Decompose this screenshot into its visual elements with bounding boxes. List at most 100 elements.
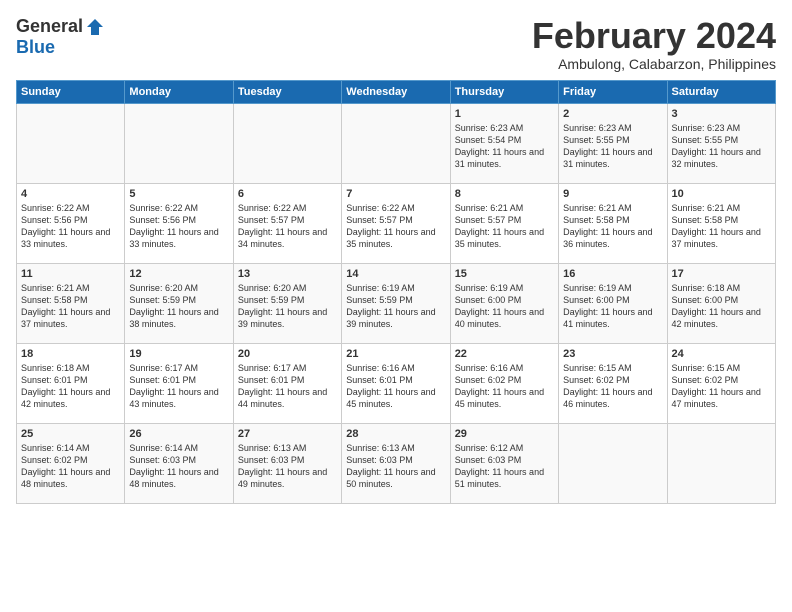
cell-content: Sunrise: 6:20 AMSunset: 5:59 PMDaylight:… (238, 282, 337, 331)
header-cell-friday: Friday (559, 80, 667, 103)
month-title: February 2024 (532, 16, 776, 56)
calendar-cell: 26Sunrise: 6:14 AMSunset: 6:03 PMDayligh… (125, 423, 233, 503)
cell-content: Sunrise: 6:14 AMSunset: 6:02 PMDaylight:… (21, 442, 120, 491)
calendar-cell: 10 Sunrise: 6:21 AM Sunset: 5:58 PM Dayligh… (667, 183, 775, 263)
calendar-cell (667, 423, 775, 503)
day-number: 12 (129, 268, 228, 280)
cell-line: Daylight: 11 hours and 37 minutes. (672, 227, 761, 249)
cell-content: Sunrise: 6:23 AMSunset: 5:55 PMDaylight:… (563, 122, 662, 171)
calendar-cell (125, 103, 233, 183)
cell-line: Sunset: 5:56 PM (129, 215, 196, 225)
calendar-cell: 9Sunrise: 6:21 AMSunset: 5:58 PMDaylight… (559, 183, 667, 263)
cell-content: Sunrise: 6:17 AMSunset: 6:01 PMDaylight:… (129, 362, 228, 411)
day-number: 28 (346, 428, 445, 440)
logo: General Blue (16, 16, 105, 58)
cell-line: Sunset: 5:55 PM (672, 135, 739, 145)
calendar-cell: 2 Sunrise: 6:23 AMSunset: 5:55 PMDaylight… (559, 103, 667, 183)
cell-line: Daylight: 11 hours and 40 minutes. (455, 307, 544, 329)
calendar-cell: 20Sunrise: 6:17 AMSunset: 6:01 PMDayligh… (233, 343, 341, 423)
calendar-cell: 7Sunrise: 6:22 AMSunset: 5:57 PMDaylight… (342, 183, 450, 263)
cell-line: Sunset: 5:59 PM (346, 295, 413, 305)
cell-line: Daylight: 11 hours and 42 minutes. (21, 387, 110, 409)
cell-content: Sunrise: 6:18 AMSunset: 6:01 PMDaylight:… (21, 362, 120, 411)
day-number: 14 (346, 268, 445, 280)
calendar-cell: 18Sunrise: 6:18 AMSunset: 6:01 PMDayligh… (17, 343, 125, 423)
calendar-cell (342, 103, 450, 183)
cell-line: Daylight: 11 hours and 42 minutes. (672, 307, 761, 329)
cell-content: Sunrise: 6:16 AMSunset: 6:01 PMDaylight:… (346, 362, 445, 411)
calendar-cell: 22Sunrise: 6:16 AMSunset: 6:02 PMDayligh… (450, 343, 558, 423)
page-header: General Blue February 2024 Ambulong, Cal… (16, 16, 776, 72)
calendar-cell: 12 Sunrise: 6:20 AMSunset: 5:59 PMDayligh… (125, 263, 233, 343)
calendar-cell: 3Sunrise: 6:23 AMSunset: 5:55 PMDaylight… (667, 103, 775, 183)
cell-content: Sunrise: 6:15 AMSunset: 6:02 PMDaylight:… (672, 362, 771, 411)
day-number: 11 (21, 268, 120, 280)
calendar-cell: 29Sunrise: 6:12 AMSunset: 6:03 PMDayligh… (450, 423, 558, 503)
day-number: 16 (563, 268, 662, 280)
logo-icon (85, 17, 105, 37)
day-number: 1 (455, 108, 554, 120)
cell-line: Sunset: 6:01 PM (346, 375, 413, 385)
header-cell-thursday: Thursday (450, 80, 558, 103)
calendar-cell: 1Sunrise: 6:23 AMSunset: 5:54 PMDaylight… (450, 103, 558, 183)
cell-line: Sunset: 5:59 PM (238, 295, 305, 305)
cell-line: Sunrise: 6:22 AM (21, 203, 90, 213)
day-number: 26 (129, 428, 228, 440)
cell-content: Sunrise: 6:20 AMSunset: 5:59 PMDaylight:… (129, 282, 228, 331)
calendar-cell: 8Sunrise: 6:21 AMSunset: 5:57 PMDaylight… (450, 183, 558, 263)
cell-line: Daylight: 11 hours and 31 minutes. (563, 147, 652, 169)
calendar-cell: 24 Sunrise: 6:15 AMSunset: 6:02 PMDayligh… (667, 343, 775, 423)
cell-line: Daylight: 11 hours and 35 minutes. (455, 227, 544, 249)
day-number: 13 (238, 268, 337, 280)
cell-line: Sunrise: 6:18 AM (672, 283, 741, 293)
day-number: 24 (672, 348, 771, 360)
cell-line: Sunset: 6:02 PM (455, 375, 522, 385)
calendar-week-1: 1Sunrise: 6:23 AMSunset: 5:54 PMDaylight… (17, 103, 776, 183)
day-number: 10 (672, 188, 771, 200)
cell-line: Sunrise: 6:18 AM (21, 363, 90, 373)
cell-line: Daylight: 11 hours and 50 minutes. (346, 467, 435, 489)
cell-line: Daylight: 11 hours and 33 minutes. (21, 227, 110, 249)
location-title: Ambulong, Calabarzon, Philippines (532, 56, 776, 72)
header-cell-tuesday: Tuesday (233, 80, 341, 103)
calendar-cell: 27Sunrise: 6:13 AMSunset: 6:03 PMDayligh… (233, 423, 341, 503)
cell-content: Sunrise: 6:22 AM Sunset: 5:56 PM Daylight:… (21, 202, 120, 251)
cell-line: Sunset: 5:54 PM (455, 135, 522, 145)
cell-line: Sunset: 6:02 PM (563, 375, 630, 385)
cell-line: Daylight: 11 hours and 45 minutes. (455, 387, 544, 409)
calendar-cell (17, 103, 125, 183)
cell-line: Sunset: 6:00 PM (563, 295, 630, 305)
cell-line: Sunset: 5:57 PM (455, 215, 522, 225)
cell-line: Sunrise: 6:17 AM (129, 363, 198, 373)
calendar-week-4: 18Sunrise: 6:18 AMSunset: 6:01 PMDayligh… (17, 343, 776, 423)
cell-content: Sunrise: 6:21 AMSunset: 5:58 PMDaylight:… (21, 282, 120, 331)
logo-general-text: General (16, 16, 83, 37)
cell-line: Daylight: 11 hours and 44 minutes. (238, 387, 327, 409)
calendar-cell: 19Sunrise: 6:17 AMSunset: 6:01 PMDayligh… (125, 343, 233, 423)
cell-line: Sunrise: 6:21 AM (672, 203, 741, 213)
header-row: SundayMondayTuesdayWednesdayThursdayFrid… (17, 80, 776, 103)
cell-line: Sunrise: 6:13 AM (346, 443, 415, 453)
calendar-cell: 23Sunrise: 6:15 AMSunset: 6:02 PMDayligh… (559, 343, 667, 423)
calendar-week-5: 25Sunrise: 6:14 AMSunset: 6:02 PMDayligh… (17, 423, 776, 503)
cell-content: Sunrise: 6:19 AMSunset: 5:59 PMDaylight:… (346, 282, 445, 331)
cell-line: Sunset: 5:58 PM (672, 215, 739, 225)
day-number: 2 (563, 108, 662, 120)
day-number: 5 (129, 188, 228, 200)
cell-content: Sunrise: 6:16 AMSunset: 6:02 PMDaylight:… (455, 362, 554, 411)
cell-content: Sunrise: 6:17 AMSunset: 6:01 PMDaylight:… (238, 362, 337, 411)
cell-line: Daylight: 11 hours and 39 minutes. (238, 307, 327, 329)
cell-line: Daylight: 11 hours and 32 minutes. (672, 147, 761, 169)
cell-content: Sunrise: 6:15 AMSunset: 6:02 PMDaylight:… (563, 362, 662, 411)
cell-line: Sunrise: 6:21 AM (563, 203, 632, 213)
cell-line: Sunset: 6:03 PM (129, 455, 196, 465)
cell-line: Sunrise: 6:20 AM (129, 283, 198, 293)
cell-line: Sunset: 5:56 PM (21, 215, 88, 225)
title-block: February 2024 Ambulong, Calabarzon, Phil… (532, 16, 776, 72)
calendar-week-2: 4 Sunrise: 6:22 AM Sunset: 5:56 PM Daylight… (17, 183, 776, 263)
cell-line: Sunset: 5:58 PM (21, 295, 88, 305)
day-number: 4 (21, 188, 120, 200)
cell-line: Sunrise: 6:22 AM (346, 203, 415, 213)
day-number: 3 (672, 108, 771, 120)
cell-line: Daylight: 11 hours and 34 minutes. (238, 227, 327, 249)
